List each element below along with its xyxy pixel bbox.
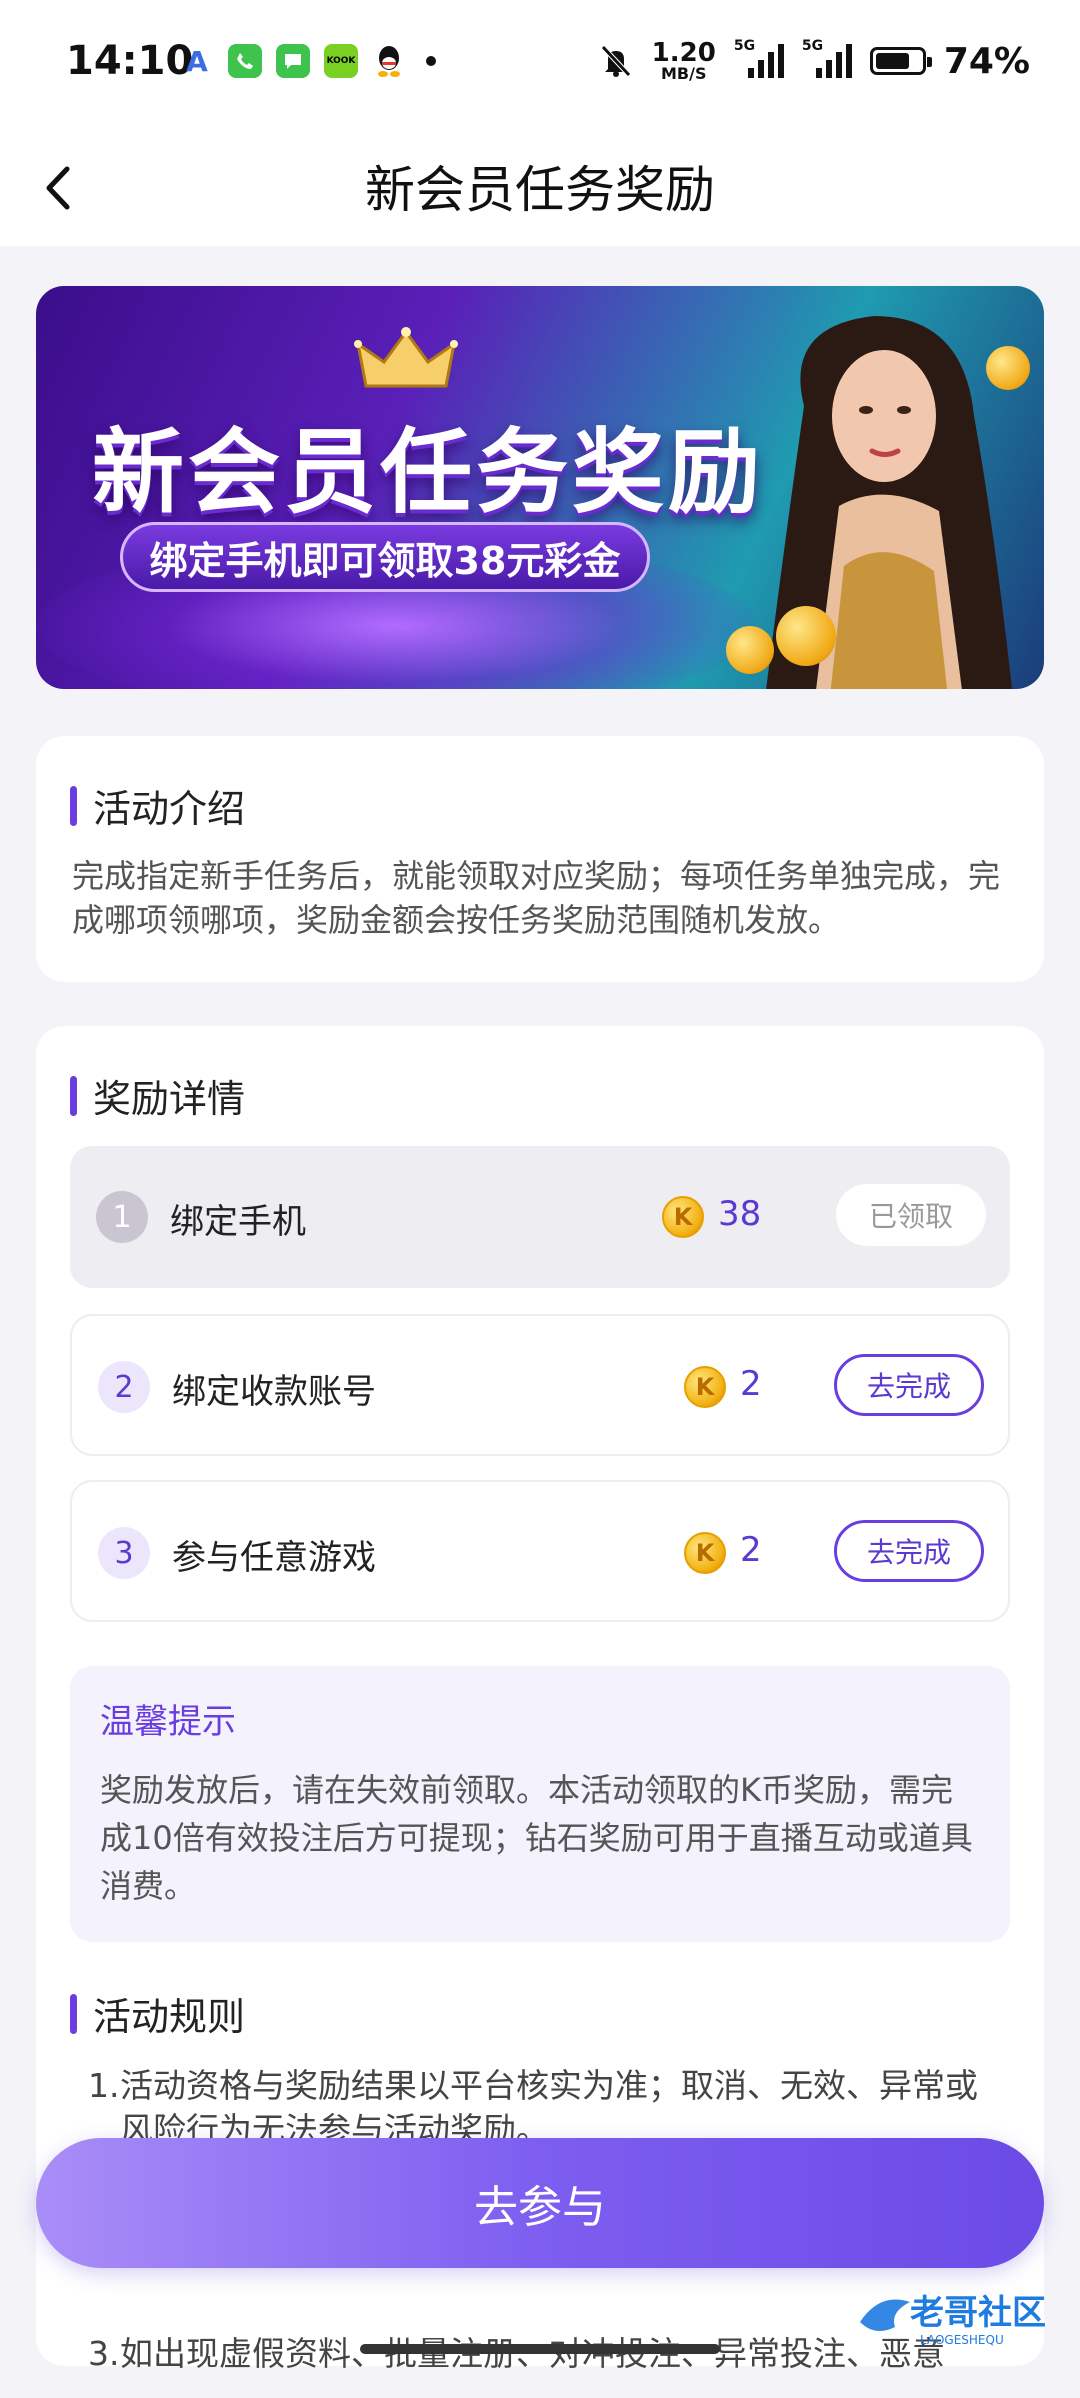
home-indicator[interactable] [360,2344,720,2354]
task-row-bind-account: 2 绑定收款账号 K 2 去完成 [70,1314,1010,1456]
net-speed-value: 1.20 [651,38,716,68]
status-right: 1.20 MB/S 5G 5G 74% [598,38,1030,82]
task-reward-amount: 2 [740,1530,762,1570]
intro-card: 活动介绍 完成指定新手任务后，就能领取对应奖励；每项任务单独完成，完成哪项领哪项… [36,736,1044,982]
phone-app-icon [228,44,262,78]
mute-bell-icon [600,45,631,77]
claimed-button[interactable]: 已领取 [836,1184,986,1246]
crown-icon [354,327,458,388]
banner-title: 新会员任务奖励 [92,419,765,526]
task-label: 参与任意游戏 [172,1538,376,1578]
go-complete-button[interactable]: 去完成 [834,1354,984,1416]
task-label: 绑定收款账号 [172,1372,376,1412]
net-speed-unit: MB/S [661,64,707,83]
status-time: 14:10 [66,38,194,84]
signal-icon-1: 5G [734,38,784,78]
intro-title: 活动介绍 [70,778,245,833]
battery-icon [869,47,932,75]
k-coin-icon: K [662,1196,704,1238]
signal-icon-2: 5G [802,38,852,78]
promo-banner[interactable]: 新会员任务奖励 绑定手机即可领取38元彩金 [36,286,1044,689]
rule-text: 如出现虚假资料、批量注册、对冲投注、异常投注、恶意 [120,2332,945,2376]
banner-subtitle: 绑定手机即可领取38元彩金 [120,522,650,592]
task-label: 绑定手机 [170,1202,306,1242]
notification-icons: A KOOK [180,44,436,78]
tip-box: 温馨提示 奖励发放后，请在失效前领取。本活动领取的K币奖励，需完成10倍有效投注… [70,1666,1010,1942]
nav-bar: 新会员任务奖励 [0,128,1080,246]
task-reward-amount: 2 [740,1364,762,1404]
rewards-title: 奖励详情 [70,1068,245,1123]
watermark-text: 老哥社区 [910,2293,1046,2333]
task-row-play-game: 3 参与任意游戏 K 2 去完成 [70,1480,1010,1622]
messages-app-icon [276,44,310,78]
task-row-bind-phone: 1 绑定手机 K 38 已领取 [70,1146,1010,1288]
coin-decoration [986,346,1030,390]
rule-number: 3. [88,2334,120,2373]
status-bar: 14:10 A KOOK 1.20 MB/S 5G 5G 74% [0,0,1080,128]
go-complete-button[interactable]: 去完成 [834,1520,984,1582]
net-speed: 1.20 MB/S [652,40,716,82]
watermark-subtext: LAOGESHEQU [920,2333,1004,2347]
qq-app-icon [372,44,406,78]
task-reward-amount: 38 [718,1194,762,1234]
task-number: 3 [98,1527,150,1579]
signal-2-label: 5G [801,38,824,54]
more-notifications-dot [426,56,436,66]
tip-title: 温馨提示 [100,1702,236,1742]
k-coin-icon: K [684,1532,726,1574]
join-button[interactable]: 去参与 [36,2138,1044,2268]
task-number: 2 [98,1361,150,1413]
font-app-icon: A [186,44,208,78]
intro-text: 完成指定新手任务后，就能领取对应奖励；每项任务单独完成，完成哪项领哪项，奖励金额… [72,857,1001,939]
watermark-logo: 老哥社区 LAOGESHEQU [860,2293,1046,2347]
kook-app-icon: KOOK [324,44,358,78]
signal-1-label: 5G [733,38,756,54]
page-title: 新会员任务奖励 [365,161,715,219]
k-coin-icon: K [684,1366,726,1408]
battery-percent: 74% [943,40,1030,82]
rules-title: 活动规则 [70,1986,245,2041]
coin-decoration [726,626,774,674]
coin-decoration [776,606,836,666]
tip-text: 奖励发放后，请在失效前领取。本活动领取的K币奖励，需完成10倍有效投注后方可提现… [100,1771,973,1905]
task-number: 1 [96,1191,148,1243]
